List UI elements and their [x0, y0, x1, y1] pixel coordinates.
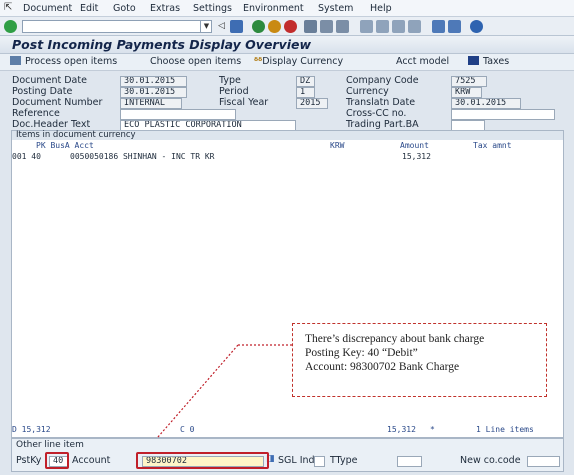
annotation-callout: There’s discrepancy about bank charge Po…: [292, 323, 547, 397]
annotation-line-3: Account: 98300702 Bank Charge: [305, 361, 460, 373]
other-line-item-title: Other line item: [16, 440, 84, 450]
pstky-highlight: [45, 452, 69, 469]
ttype-label: TType: [330, 455, 358, 466]
sgl-ind-label: SGL Ind: [278, 455, 315, 466]
new-cocode-field[interactable]: [527, 456, 560, 467]
new-cocode-label: New co.code: [460, 455, 521, 466]
pstky-label: PstKy: [16, 455, 42, 466]
ttype-field[interactable]: [397, 456, 422, 467]
annotation-line-1: There’s discrepancy about bank charge: [305, 333, 485, 345]
annotation-line-2: Posting Key: 40 “Debit”: [305, 347, 418, 359]
sgl-ind-field[interactable]: [314, 456, 325, 467]
other-line-item-panel: Other line item PstKy 40 Account 9830070…: [11, 438, 564, 472]
callout-connector: [137, 344, 292, 461]
account-highlight: [136, 452, 269, 469]
account-label: Account: [72, 455, 111, 466]
